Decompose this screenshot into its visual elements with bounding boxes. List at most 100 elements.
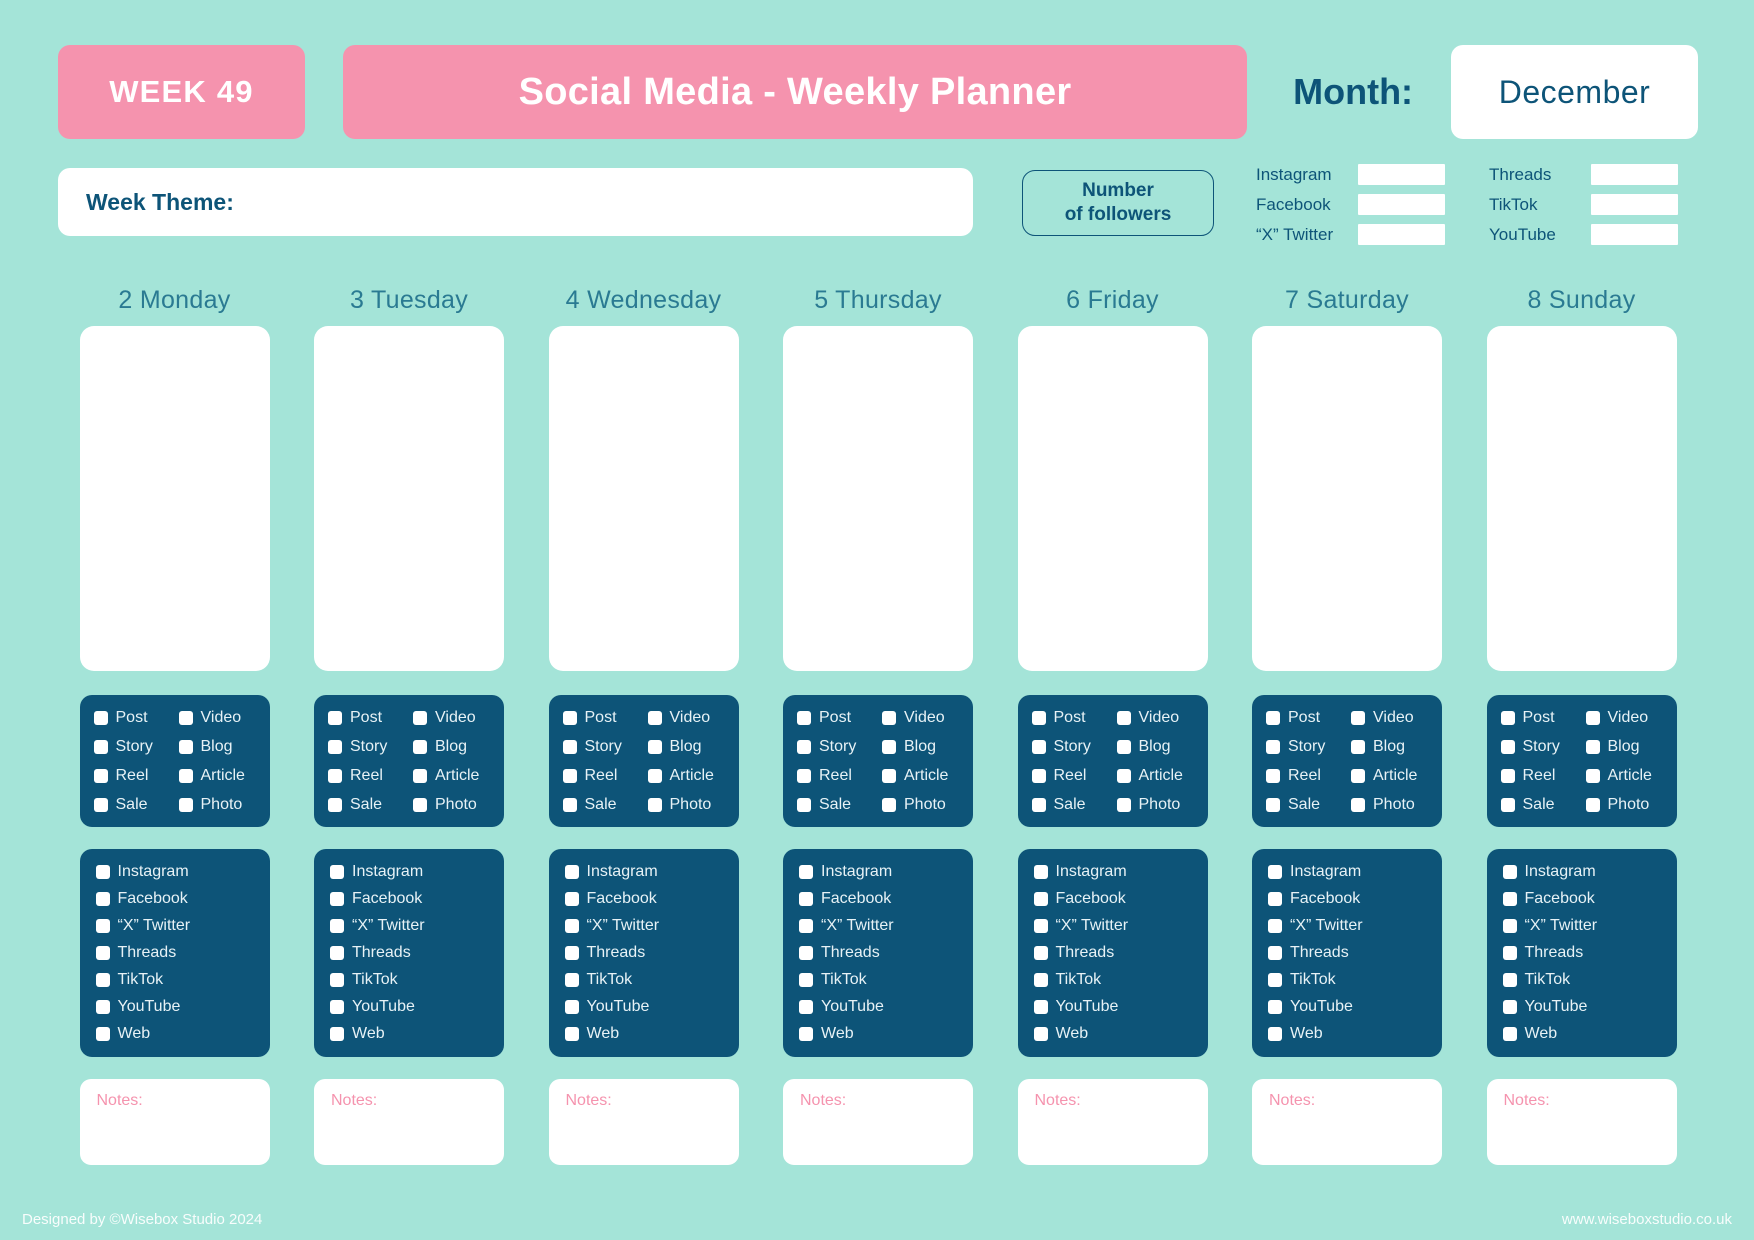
checkbox-icon[interactable] bbox=[882, 769, 896, 783]
day-content-card[interactable] bbox=[314, 326, 504, 671]
content-type-checkbox-row[interactable]: Story bbox=[562, 738, 644, 756]
content-type-checkbox-row[interactable]: Video bbox=[1585, 709, 1667, 727]
content-type-checkbox-row[interactable]: Blog bbox=[1116, 738, 1198, 756]
checkbox-icon[interactable] bbox=[1500, 740, 1515, 754]
content-type-checkbox-row[interactable]: Reel bbox=[797, 767, 878, 785]
content-type-checkbox-row[interactable]: Post bbox=[562, 709, 644, 727]
platform-checkbox-row[interactable]: Instagram bbox=[1033, 863, 1198, 881]
content-type-checkbox-row[interactable]: Story bbox=[93, 738, 175, 756]
checkbox-icon[interactable] bbox=[1268, 919, 1282, 933]
platform-checkbox-row[interactable]: Threads bbox=[95, 944, 260, 962]
platform-checkbox-row[interactable]: YouTube bbox=[1033, 998, 1198, 1016]
checkbox-icon[interactable] bbox=[330, 865, 344, 879]
checkbox-icon[interactable] bbox=[562, 740, 577, 754]
platform-checkbox-row[interactable]: Web bbox=[1502, 1025, 1667, 1043]
content-type-checkbox-row[interactable]: Post bbox=[1500, 709, 1582, 727]
checkbox-icon[interactable] bbox=[1116, 740, 1131, 754]
checkbox-icon[interactable] bbox=[647, 798, 662, 812]
checkbox-icon[interactable] bbox=[1502, 919, 1517, 933]
content-type-checkbox-row[interactable]: Photo bbox=[882, 796, 963, 814]
content-type-checkbox-row[interactable]: Blog bbox=[882, 738, 963, 756]
checkbox-icon[interactable] bbox=[647, 740, 662, 754]
content-type-checkbox-row[interactable]: Reel bbox=[93, 767, 175, 785]
platform-checkbox-row[interactable]: Web bbox=[1268, 1025, 1432, 1043]
checkbox-icon[interactable] bbox=[1031, 711, 1046, 725]
content-type-checkbox-row[interactable]: Sale bbox=[1266, 796, 1347, 814]
content-type-checkbox-row[interactable]: Article bbox=[1585, 767, 1667, 785]
checkbox-icon[interactable] bbox=[1500, 798, 1515, 812]
content-type-checkbox-row[interactable]: Story bbox=[1266, 738, 1347, 756]
content-type-checkbox-row[interactable]: Photo bbox=[1116, 796, 1198, 814]
follower-input-threads[interactable] bbox=[1591, 164, 1678, 185]
checkbox-icon[interactable] bbox=[1033, 919, 1048, 933]
follower-input-instagram[interactable] bbox=[1358, 164, 1445, 185]
checkbox-icon[interactable] bbox=[178, 711, 193, 725]
checkbox-icon[interactable] bbox=[1502, 892, 1517, 906]
checkbox-icon[interactable] bbox=[799, 892, 813, 906]
platform-checkbox-row[interactable]: “X” Twitter bbox=[95, 917, 260, 935]
checkbox-icon[interactable] bbox=[1585, 769, 1600, 783]
platform-checkbox-row[interactable]: Threads bbox=[1268, 944, 1432, 962]
platform-checkbox-row[interactable]: YouTube bbox=[95, 998, 260, 1016]
checkbox-icon[interactable] bbox=[95, 946, 110, 960]
checkbox-icon[interactable] bbox=[1031, 798, 1046, 812]
content-type-checkbox-row[interactable]: Story bbox=[328, 738, 409, 756]
day-content-card[interactable] bbox=[783, 326, 973, 671]
notes-card[interactable]: Notes: bbox=[1486, 1079, 1677, 1165]
content-type-checkbox-row[interactable]: Sale bbox=[1500, 796, 1582, 814]
content-type-checkbox-row[interactable]: Blog bbox=[413, 738, 494, 756]
checkbox-icon[interactable] bbox=[330, 919, 344, 933]
checkbox-icon[interactable] bbox=[799, 919, 813, 933]
platform-checkbox-row[interactable]: Facebook bbox=[564, 890, 729, 908]
checkbox-icon[interactable] bbox=[564, 1027, 579, 1041]
checkbox-icon[interactable] bbox=[1266, 711, 1280, 725]
content-type-checkbox-row[interactable]: Article bbox=[413, 767, 494, 785]
checkbox-icon[interactable] bbox=[1351, 769, 1365, 783]
checkbox-icon[interactable] bbox=[330, 892, 344, 906]
content-type-checkbox-row[interactable]: Story bbox=[1500, 738, 1582, 756]
checkbox-icon[interactable] bbox=[1033, 1027, 1048, 1041]
content-type-checkbox-row[interactable]: Photo bbox=[178, 796, 260, 814]
checkbox-icon[interactable] bbox=[799, 1027, 813, 1041]
content-type-checkbox-row[interactable]: Article bbox=[178, 767, 260, 785]
checkbox-icon[interactable] bbox=[797, 769, 811, 783]
content-type-checkbox-row[interactable]: Video bbox=[413, 709, 494, 727]
content-type-checkbox-row[interactable]: Post bbox=[1266, 709, 1347, 727]
checkbox-icon[interactable] bbox=[1033, 1000, 1048, 1014]
content-type-checkbox-row[interactable]: Post bbox=[328, 709, 409, 727]
checkbox-icon[interactable] bbox=[1268, 1027, 1282, 1041]
platform-checkbox-row[interactable]: “X” Twitter bbox=[799, 917, 963, 935]
platform-checkbox-row[interactable]: Facebook bbox=[799, 890, 963, 908]
platform-checkbox-row[interactable]: Threads bbox=[1502, 944, 1667, 962]
checkbox-icon[interactable] bbox=[564, 892, 579, 906]
checkbox-icon[interactable] bbox=[1033, 946, 1048, 960]
follower-input-facebook[interactable] bbox=[1358, 194, 1445, 215]
platform-checkbox-row[interactable]: “X” Twitter bbox=[1502, 917, 1667, 935]
checkbox-icon[interactable] bbox=[413, 711, 427, 725]
checkbox-icon[interactable] bbox=[882, 740, 896, 754]
checkbox-icon[interactable] bbox=[1268, 946, 1282, 960]
checkbox-icon[interactable] bbox=[328, 798, 342, 812]
platform-checkbox-row[interactable]: Web bbox=[799, 1025, 963, 1043]
checkbox-icon[interactable] bbox=[562, 769, 577, 783]
checkbox-icon[interactable] bbox=[1266, 798, 1280, 812]
content-type-checkbox-row[interactable]: Blog bbox=[1585, 738, 1667, 756]
platform-checkbox-row[interactable]: Threads bbox=[799, 944, 963, 962]
checkbox-icon[interactable] bbox=[178, 769, 193, 783]
checkbox-icon[interactable] bbox=[413, 769, 427, 783]
content-type-checkbox-row[interactable]: Blog bbox=[1351, 738, 1432, 756]
platform-checkbox-row[interactable]: TikTok bbox=[1033, 971, 1198, 989]
checkbox-icon[interactable] bbox=[564, 1000, 579, 1014]
platform-checkbox-row[interactable]: Facebook bbox=[95, 890, 260, 908]
content-type-checkbox-row[interactable]: Reel bbox=[1266, 767, 1347, 785]
checkbox-icon[interactable] bbox=[413, 798, 427, 812]
checkbox-icon[interactable] bbox=[1500, 711, 1515, 725]
content-type-checkbox-row[interactable]: Sale bbox=[93, 796, 175, 814]
day-content-card[interactable] bbox=[1486, 326, 1677, 671]
content-type-checkbox-row[interactable]: Reel bbox=[1500, 767, 1582, 785]
content-type-checkbox-row[interactable]: Article bbox=[1116, 767, 1198, 785]
platform-checkbox-row[interactable]: Web bbox=[330, 1025, 494, 1043]
checkbox-icon[interactable] bbox=[797, 711, 811, 725]
content-type-checkbox-row[interactable]: Story bbox=[797, 738, 878, 756]
platform-checkbox-row[interactable]: Threads bbox=[1033, 944, 1198, 962]
